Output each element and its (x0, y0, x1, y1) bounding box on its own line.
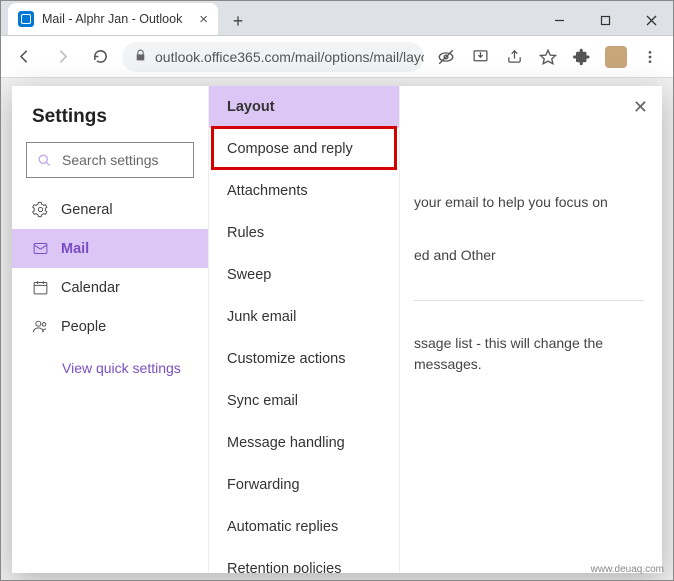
subitem-attachments[interactable]: Attachments (209, 170, 399, 212)
bookmark-star-icon[interactable] (532, 41, 564, 73)
category-label: Calendar (61, 280, 120, 296)
search-input[interactable]: Search settings (26, 142, 194, 178)
divider (414, 300, 644, 301)
category-calendar[interactable]: Calendar (12, 268, 208, 307)
outlook-favicon (18, 11, 34, 27)
category-general[interactable]: General (12, 190, 208, 229)
back-button[interactable] (8, 41, 40, 73)
view-quick-settings-link[interactable]: View quick settings (12, 346, 208, 376)
install-icon[interactable] (464, 41, 496, 73)
subitem-message-handling[interactable]: Message handling (209, 422, 399, 464)
new-tab-button[interactable]: + (224, 7, 252, 35)
url-text: outlook.office365.com/mail/options/mail/… (155, 49, 424, 65)
settings-title: Settings (12, 106, 208, 142)
window-titlebar: Mail - Alphr Jan - Outlook × + (0, 0, 674, 36)
reload-button[interactable] (84, 41, 116, 73)
settings-subnav: Layout Compose and reply Attachments Rul… (208, 86, 400, 573)
settings-nav: Settings Search settings General Mail Ca… (12, 86, 208, 573)
extensions-icon[interactable] (566, 41, 598, 73)
forward-button[interactable] (46, 41, 78, 73)
gear-icon (32, 201, 49, 218)
address-bar[interactable]: outlook.office365.com/mail/options/mail/… (122, 42, 424, 72)
subitem-customize-actions[interactable]: Customize actions (209, 338, 399, 380)
subitem-retention-policies[interactable]: Retention policies (209, 548, 399, 573)
tab-title: Mail - Alphr Jan - Outlook (42, 12, 182, 26)
subitem-junk-email[interactable]: Junk email (209, 296, 399, 338)
category-label: Mail (61, 241, 89, 257)
browser-toolbar: outlook.office365.com/mail/options/mail/… (0, 36, 674, 78)
eye-icon[interactable] (430, 41, 462, 73)
subitem-forwarding[interactable]: Forwarding (209, 464, 399, 506)
settings-pane: ✕ your email to help you focus on ed and… (400, 86, 662, 573)
mail-icon (32, 240, 49, 257)
lock-icon (134, 49, 147, 65)
pane-text: ssage list - this will change the (414, 333, 644, 354)
pane-text: messages. (414, 354, 644, 375)
settings-dialog: Settings Search settings General Mail Ca… (12, 86, 662, 573)
browser-tab[interactable]: Mail - Alphr Jan - Outlook × (8, 3, 218, 35)
share-icon[interactable] (498, 41, 530, 73)
tab-close-icon[interactable]: × (199, 11, 208, 28)
subitem-compose-and-reply[interactable]: Compose and reply (209, 128, 399, 170)
pane-text: ed and Other (414, 245, 644, 266)
category-mail[interactable]: Mail (12, 229, 208, 268)
subitem-rules[interactable]: Rules (209, 212, 399, 254)
watermark: www.deuaq.com (591, 564, 664, 575)
category-label: General (61, 202, 113, 218)
subitem-sync-email[interactable]: Sync email (209, 380, 399, 422)
calendar-icon (32, 279, 49, 296)
close-dialog-button[interactable]: ✕ (633, 94, 648, 121)
menu-icon[interactable] (634, 41, 666, 73)
close-window-button[interactable] (628, 5, 674, 35)
maximize-button[interactable] (582, 5, 628, 35)
category-label: People (61, 319, 106, 335)
subitem-sweep[interactable]: Sweep (209, 254, 399, 296)
profile-avatar[interactable] (600, 41, 632, 73)
search-placeholder: Search settings (62, 152, 159, 168)
pane-text: your email to help you focus on (414, 192, 644, 213)
subitem-layout[interactable]: Layout (209, 86, 399, 128)
category-people[interactable]: People (12, 307, 208, 346)
people-icon (32, 318, 49, 335)
window-controls (536, 5, 674, 35)
search-icon (37, 153, 52, 168)
minimize-button[interactable] (536, 5, 582, 35)
subitem-automatic-replies[interactable]: Automatic replies (209, 506, 399, 548)
